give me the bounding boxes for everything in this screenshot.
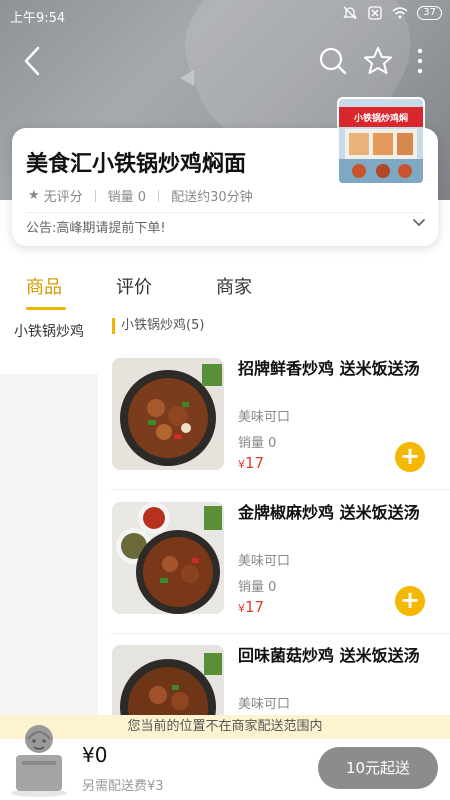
dish-name: 金牌椒麻炒鸡 送米饭送汤 bbox=[238, 503, 420, 522]
currency-symbol: ¥ bbox=[238, 458, 245, 471]
dish-description: 美味可口 bbox=[238, 697, 291, 712]
card-divider bbox=[26, 212, 424, 213]
dish-image bbox=[112, 645, 224, 715]
status-icons: 37 bbox=[342, 6, 442, 20]
back-arrow-icon[interactable] bbox=[18, 44, 48, 78]
shopping-bag-icon[interactable] bbox=[6, 717, 72, 797]
dish-photo bbox=[112, 502, 224, 614]
list-divider bbox=[110, 633, 450, 634]
dish-image bbox=[112, 358, 224, 470]
dish-item[interactable]: 金牌椒麻炒鸡 送米饭送汤 美味可口 销量 0 ¥17 + bbox=[110, 502, 440, 632]
dish-item[interactable]: 回味菌菇炒鸡 送米饭送汤 美味可口 bbox=[110, 645, 440, 715]
shop-rating: 无评分 bbox=[43, 190, 83, 205]
battery-indicator: 37 bbox=[417, 6, 442, 20]
dish-description: 美味可口 bbox=[238, 554, 291, 569]
meta-separator bbox=[94, 189, 96, 202]
add-to-cart-button[interactable]: + bbox=[395, 586, 425, 616]
shop-sales: 销量 0 bbox=[107, 190, 147, 205]
status-bar: 上午9:54 37 bbox=[0, 0, 450, 30]
add-to-cart-button[interactable]: + bbox=[395, 442, 425, 472]
sim-off-icon bbox=[368, 6, 382, 20]
cart-total: ¥0 bbox=[82, 743, 108, 767]
sidebar-item-category[interactable]: 小铁锅炒鸡 bbox=[0, 312, 98, 374]
active-tab-indicator bbox=[26, 307, 66, 310]
dish-item[interactable]: 招牌鲜香炒鸡 送米饭送汤 美味可口 销量 0 ¥17 + bbox=[110, 358, 440, 488]
tab-merchant[interactable]: 商家 bbox=[216, 273, 252, 299]
tab-goods[interactable]: 商品 bbox=[26, 273, 62, 299]
wifi-icon bbox=[392, 7, 408, 19]
dish-image bbox=[112, 502, 224, 614]
shop-notice[interactable]: 公告:高峰期请提前下单! bbox=[26, 217, 166, 236]
shop-delivery-time: 配送约30分钟 bbox=[171, 190, 253, 205]
category-sidebar: 小铁锅炒鸡 bbox=[0, 312, 98, 715]
dish-name: 回味菌菇炒鸡 送米饭送汤 bbox=[238, 646, 420, 665]
mute-alarm-icon bbox=[343, 6, 358, 20]
dish-sales: 销量 0 bbox=[238, 436, 277, 451]
delivery-fee: 另需配送费¥3 bbox=[82, 779, 164, 794]
rating-star-icon: ★ bbox=[28, 188, 40, 203]
price-value: 17 bbox=[245, 454, 265, 472]
dish-name: 招牌鲜香炒鸡 送米饭送汤 bbox=[238, 359, 420, 378]
status-time: 上午9:54 bbox=[10, 11, 66, 26]
meta-separator bbox=[158, 189, 160, 202]
tab-bar: 商品 评价 商家 bbox=[0, 268, 450, 312]
dish-description: 美味可口 bbox=[238, 410, 291, 425]
shop-sign-text: 小铁锅炒鸡焖 bbox=[353, 112, 408, 124]
tab-reviews[interactable]: 评价 bbox=[116, 273, 152, 299]
shop-photo: 小铁锅炒鸡焖 bbox=[337, 97, 425, 185]
price-value: 17 bbox=[245, 598, 265, 616]
search-icon[interactable] bbox=[318, 46, 348, 76]
dish-price: ¥17 bbox=[238, 454, 264, 472]
category-title: 小铁锅炒鸡(5) bbox=[112, 318, 204, 334]
list-divider bbox=[110, 489, 450, 490]
shop-meta: ★ 无评分 销量 0 配送约30分钟 bbox=[28, 186, 253, 205]
favorite-star-icon[interactable] bbox=[362, 45, 394, 77]
dish-photo bbox=[112, 645, 224, 715]
header-decor-triangle bbox=[180, 70, 194, 86]
currency-symbol: ¥ bbox=[238, 602, 245, 615]
cart-bar: ¥0 另需配送费¥3 10元起送 bbox=[0, 725, 450, 800]
dish-sales: 销量 0 bbox=[238, 580, 277, 595]
dish-price: ¥17 bbox=[238, 598, 264, 616]
more-options-icon[interactable] bbox=[412, 46, 428, 76]
shop-storefront-image: 小铁锅炒鸡焖 bbox=[339, 99, 423, 183]
checkout-button[interactable]: 10元起送 bbox=[318, 747, 438, 789]
shop-name: 美食汇小铁锅炒鸡焖面 bbox=[26, 152, 247, 177]
dish-photo bbox=[112, 358, 224, 470]
chevron-down-icon[interactable] bbox=[412, 216, 426, 230]
